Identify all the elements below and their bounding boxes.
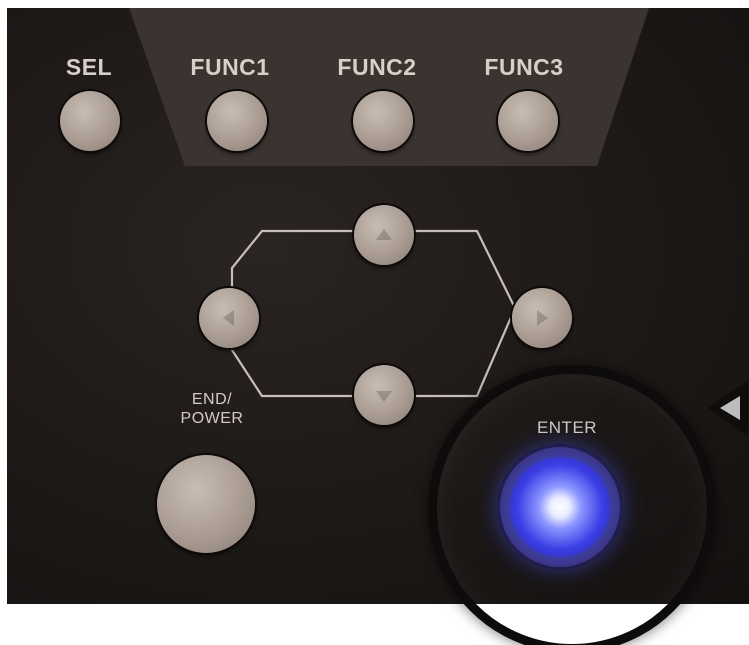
func1-button[interactable] — [207, 91, 267, 151]
end-power-label-line1: END/ — [191, 391, 233, 408]
control-panel: SEL FUNC1 FUNC2 FUNC3 END/ POWER ENTER — [7, 8, 749, 604]
sel-button[interactable] — [60, 91, 120, 151]
func3-button[interactable] — [498, 91, 558, 151]
callout-pointer-fill — [720, 396, 740, 420]
chevron-down-icon — [376, 391, 392, 402]
product-photo: SEL FUNC1 FUNC2 FUNC3 END/ POWER ENTER — [0, 0, 749, 645]
func2-button[interactable] — [353, 91, 413, 151]
down-button[interactable] — [354, 365, 414, 425]
end-power-label: END/ POWER — [167, 390, 257, 428]
left-button[interactable] — [199, 288, 259, 348]
right-button[interactable] — [512, 288, 572, 348]
chevron-right-icon — [537, 310, 548, 326]
up-button[interactable] — [354, 205, 414, 265]
func2-label: FUNC2 — [337, 54, 417, 80]
chevron-left-icon — [223, 310, 234, 326]
func3-label: FUNC3 — [484, 54, 564, 80]
sel-label: SEL — [65, 54, 113, 80]
chevron-up-icon — [376, 229, 392, 240]
func1-label: FUNC1 — [190, 54, 270, 80]
enter-label: ENTER — [536, 418, 598, 437]
enter-button[interactable] — [510, 457, 610, 557]
end-power-button[interactable] — [157, 455, 255, 553]
end-power-label-line2: POWER — [180, 410, 244, 427]
